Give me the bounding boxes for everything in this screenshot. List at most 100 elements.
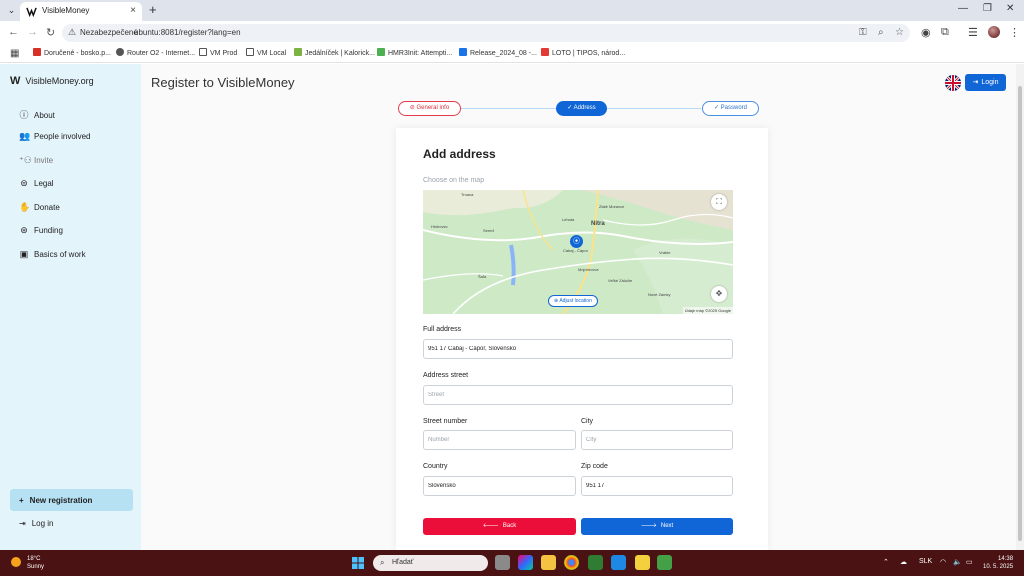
adjust-location-button[interactable]: ⊕ Adjust location (548, 295, 598, 307)
close-tab-icon[interactable]: × (130, 5, 136, 16)
system-clock[interactable]: 14:38 10. 5. 2025 (983, 555, 1013, 571)
loto-icon (541, 48, 549, 56)
volume-icon[interactable]: 🔈 (953, 558, 962, 566)
extensions-puzzle-icon[interactable]: ⧉ (941, 26, 949, 39)
browser-tab-strip: ⌄ VisibleMoney × + — ❐ ✕ (0, 0, 1024, 21)
forward-icon[interactable]: → (27, 26, 38, 38)
task-view-icon[interactable] (495, 555, 510, 570)
log-in-link[interactable]: ⇥ Log in (19, 519, 54, 528)
taskbar-search[interactable]: ⌕ Hľadať (373, 555, 488, 571)
site-info-icon[interactable]: ⚠ (68, 27, 76, 38)
reading-list-icon[interactable]: ☰ (968, 26, 978, 39)
invite-icon: ⁺⚇ (19, 155, 32, 165)
tab-search-icon[interactable]: ⌄ (5, 4, 18, 17)
bookmark-item[interactable]: Doručené - bosko.p... (33, 48, 111, 57)
weather-widget[interactable]: 18°C Sunny (27, 555, 44, 571)
zip-field[interactable] (581, 476, 733, 496)
folder-icon (246, 48, 254, 56)
reload-icon[interactable]: ↻ (46, 26, 55, 39)
bookmark-item[interactable]: VM Local (246, 48, 286, 57)
bookmark-item[interactable]: Router O2 - Internet... (116, 48, 195, 57)
cloud-icon[interactable]: ☁ (900, 558, 907, 566)
location-map[interactable]: Trnava Zlaté Moravce Sereď Nitra Lehota … (423, 190, 733, 314)
bookmark-item[interactable]: HMR3Init: Attempti... (377, 48, 452, 57)
windows-start-icon[interactable] (352, 557, 364, 569)
bookmark-item[interactable]: LOTO | TIPOS, národ... (541, 48, 625, 57)
new-tab-icon[interactable]: + (149, 2, 157, 17)
map-attribution: Údaje máp ©2025 Google (682, 307, 733, 314)
step-general-info[interactable]: ⊘ General info (398, 101, 461, 116)
map-camera-control-icon[interactable]: ✥ (711, 286, 727, 302)
sidebar-item-legal[interactable]: ⊜ Legal (19, 178, 53, 189)
file-explorer-icon[interactable] (541, 555, 556, 570)
minimize-icon[interactable]: — (958, 3, 968, 14)
browser-tab[interactable]: VisibleMoney × (20, 2, 142, 21)
map-label-trnava: Trnava (461, 192, 474, 197)
sidebar-item-donate[interactable]: ✋ Donate (19, 202, 60, 213)
address-bar[interactable]: ⚠ Nezabezpečené ubuntu:8081/register?lan… (62, 24, 910, 42)
step-password[interactable]: ✓ Password (702, 101, 759, 116)
bookmark-star-icon[interactable]: ☆ (895, 27, 904, 38)
chrome-icon[interactable] (564, 555, 579, 570)
url-text[interactable]: ubuntu:8081/register?lang=en (134, 28, 241, 37)
street-label: Address street (423, 372, 469, 379)
sidebar-item-basics-of-work[interactable]: ▣ Basics of work (19, 249, 86, 260)
map-label-vrable: Vráble (659, 250, 671, 255)
street-field[interactable] (423, 385, 733, 405)
folder-icon (199, 48, 207, 56)
next-button[interactable]: 🡒 Next (581, 518, 733, 535)
page-scrollbar[interactable] (1016, 64, 1024, 550)
vscode-icon[interactable] (611, 555, 626, 570)
full-address-field[interactable] (423, 339, 733, 359)
apps-grid-icon[interactable]: ▦ (10, 48, 19, 59)
language-indicator[interactable]: SLK (919, 558, 932, 565)
wifi-icon[interactable]: ◠ (940, 558, 946, 566)
people-icon: 👥 (19, 131, 31, 141)
address-form-card: Add address Choose on the map Trnava Zla… (396, 128, 768, 550)
map-location-pin-icon[interactable]: ⦿ (570, 235, 583, 248)
maximize-icon[interactable]: ❐ (983, 3, 992, 14)
map-label-lehota: Lehota (562, 217, 575, 222)
bookmark-item[interactable]: Release_2024_08 -... (459, 48, 537, 57)
map-label-hlohovec: Hlohovec (431, 224, 448, 229)
brand-name: VisibleMoney.org (25, 76, 94, 86)
password-key-icon[interactable]: ⚿ (859, 27, 867, 38)
close-window-icon[interactable]: ✕ (1006, 3, 1014, 14)
tray-chevron-icon[interactable]: ⌃ (883, 558, 889, 566)
brand[interactable]: W VisibleMoney.org (10, 75, 94, 87)
legal-icon: ⊜ (20, 178, 28, 188)
new-registration-button[interactable]: + New registration (10, 489, 133, 511)
zoom-icon[interactable]: ⌕ (878, 27, 884, 38)
back-button[interactable]: 🡐 Back (423, 518, 576, 535)
login-button[interactable]: ⇥ Login (965, 74, 1006, 91)
street-number-field[interactable] (423, 430, 576, 450)
gmail-icon (33, 48, 41, 56)
sidebar-item-funding[interactable]: ⊛ Funding (19, 225, 63, 236)
excel-icon[interactable] (657, 555, 672, 570)
country-field[interactable] (423, 476, 576, 496)
map-label-velke-zaluzie: Veľké Zálužie (608, 278, 633, 283)
fullscreen-icon[interactable]: ⛶ (711, 194, 727, 210)
extension-icon[interactable]: ◉ (921, 26, 931, 39)
profile-avatar[interactable] (988, 26, 1000, 38)
main-content: Register to VisibleMoney ⇥ Login ⊘ Genera… (141, 64, 1016, 550)
sidebar-item-about[interactable]: ⓘ About (19, 108, 54, 121)
notes-icon[interactable] (635, 555, 650, 570)
security-label[interactable]: Nezabezpečené (80, 28, 138, 37)
uk-flag-icon[interactable] (945, 75, 961, 91)
map-label-nove-zamky: Nové Zámky (648, 292, 671, 297)
bookmark-item[interactable]: Jedálníček | Kalorick... (294, 48, 375, 57)
copilot-icon[interactable] (518, 555, 533, 570)
app-icon[interactable] (588, 555, 603, 570)
back-icon[interactable]: ← (8, 26, 19, 38)
donate-icon: ✋ (19, 202, 31, 212)
browser-menu-icon[interactable]: ⋮ (1009, 26, 1020, 39)
step-address[interactable]: ✓ Address (556, 101, 607, 116)
sun-icon[interactable] (11, 557, 21, 567)
city-field[interactable] (581, 430, 733, 450)
bookmark-item[interactable]: VM Prod (199, 48, 237, 57)
sidebar-item-invite[interactable]: ⁺⚇ Invite (19, 155, 53, 166)
scrollbar-thumb[interactable] (1018, 86, 1022, 541)
battery-icon[interactable]: ▭ (966, 558, 973, 566)
sidebar-item-people-involved[interactable]: 👥 People involved (19, 131, 90, 142)
